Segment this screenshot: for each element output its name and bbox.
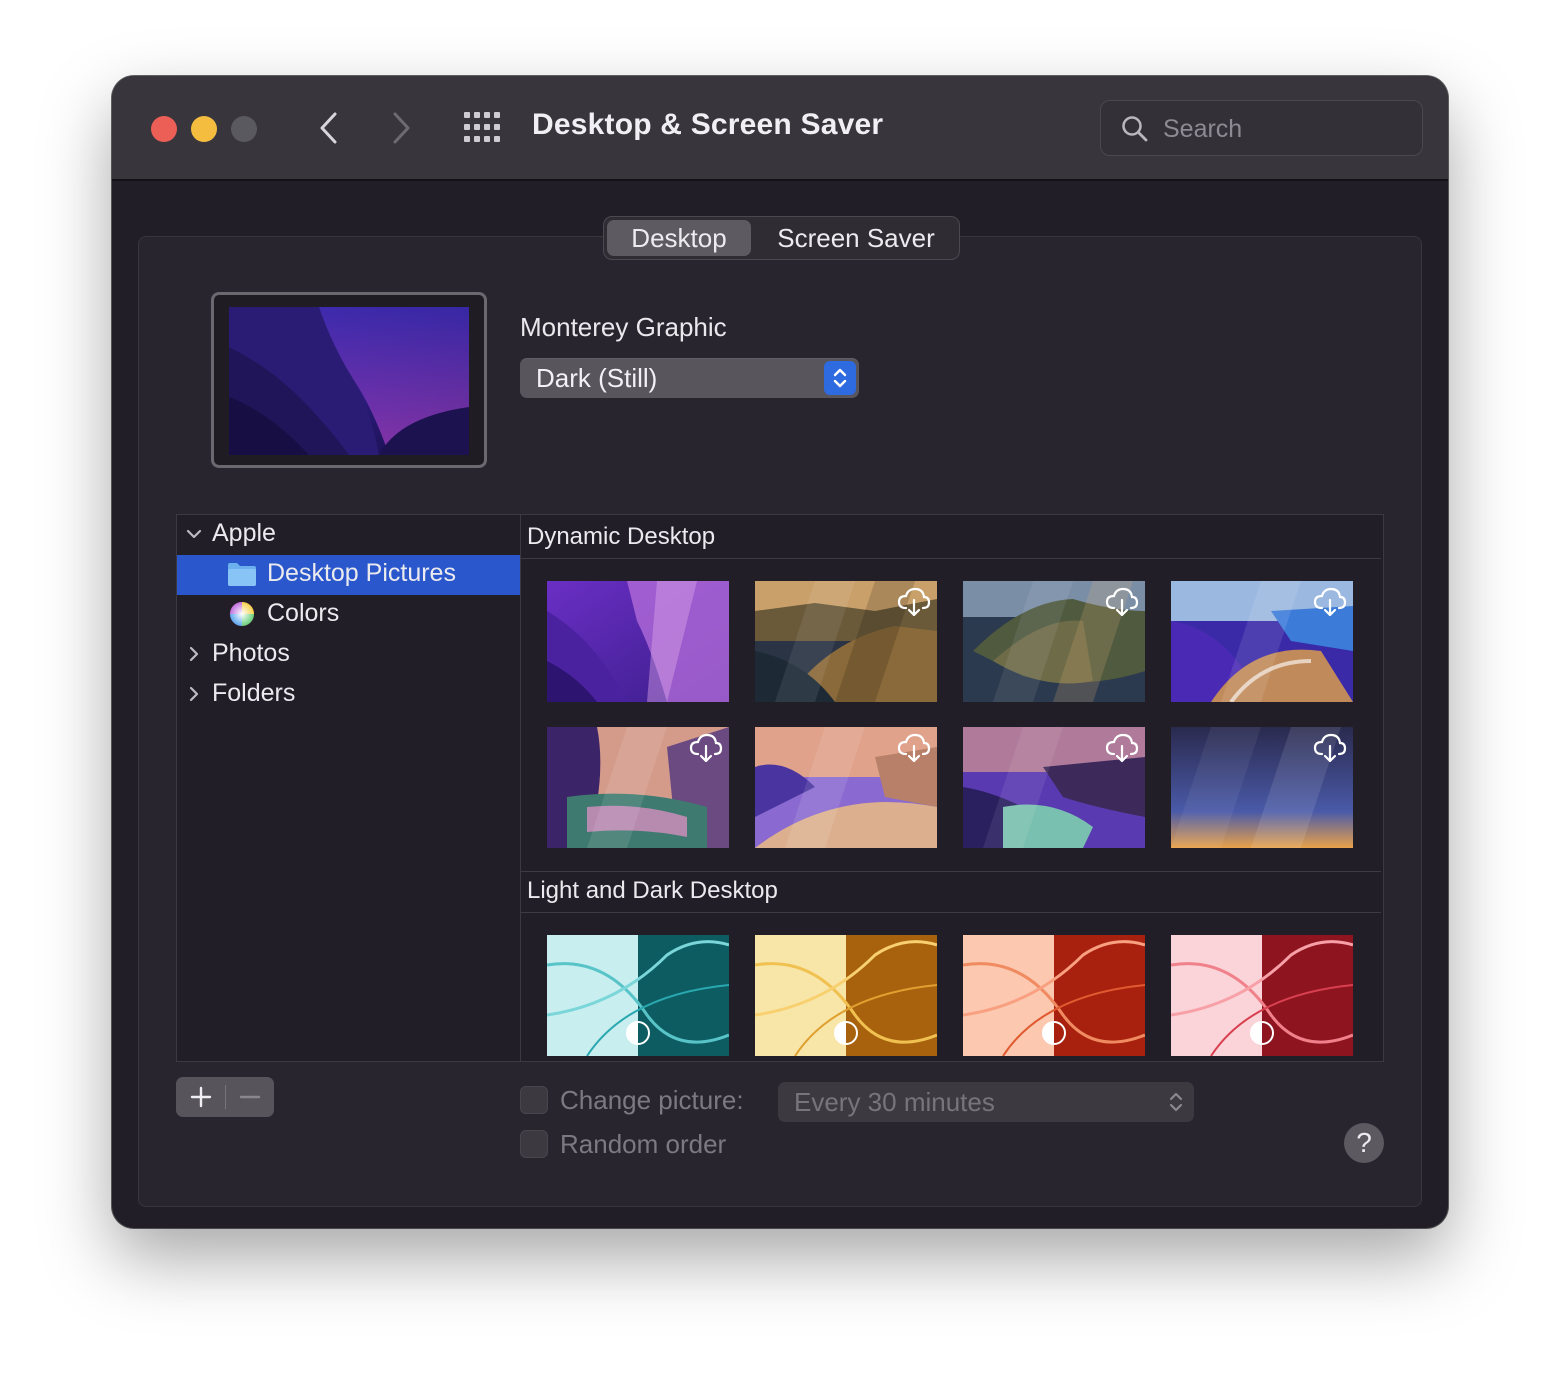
zoom-button[interactable] — [231, 116, 257, 142]
search-icon — [1122, 116, 1148, 142]
interval-value: Every 30 minutes — [794, 1087, 995, 1117]
section-divider — [521, 558, 1381, 559]
random-order-checkbox[interactable] — [520, 1130, 548, 1158]
wallpaper-gallery[interactable]: Dynamic Desktop Light and Dark Desktop — [520, 514, 1384, 1062]
sidebar-item-label: Photos — [212, 639, 290, 667]
plus-icon — [190, 1086, 211, 1108]
color-wheel-icon — [230, 602, 254, 626]
current-wallpaper-preview — [211, 292, 487, 468]
wallpaper-thumb-catalina[interactable] — [963, 581, 1145, 702]
forward-button[interactable] — [382, 106, 422, 150]
tab-desktop[interactable]: Desktop — [607, 220, 751, 256]
wallpaper-thumb-gradient[interactable] — [1171, 727, 1353, 848]
section-divider — [521, 871, 1381, 872]
section-title-light-dark: Light and Dark Desktop — [527, 877, 778, 904]
disclosure-right-icon — [189, 686, 199, 702]
light-dark-icon — [834, 1021, 858, 1045]
system-preferences-window: Desktop & Screen Saver Search Desktop Sc… — [112, 76, 1448, 1228]
disclosure-right-icon — [189, 646, 199, 662]
back-button[interactable] — [308, 106, 348, 150]
cloud-download-icon — [1313, 587, 1347, 617]
preview-image — [229, 307, 469, 455]
sidebar-item-apple[interactable]: Apple — [177, 515, 520, 555]
tab-screen-saver[interactable]: Screen Saver — [754, 220, 958, 256]
wallpaper-thumb-pink[interactable] — [1171, 935, 1353, 1056]
sidebar-item-label: Folders — [212, 679, 296, 707]
change-interval-popup[interactable]: Every 30 minutes — [778, 1082, 1194, 1122]
change-picture-label: Change picture: — [560, 1085, 744, 1115]
section-title-dynamic: Dynamic Desktop — [527, 523, 716, 550]
wallpaper-name: Monterey Graphic — [520, 312, 727, 342]
source-list: Apple Desktop Pictures Colors Photos Fol… — [176, 514, 521, 1062]
cloud-download-icon — [897, 733, 931, 763]
light-dark-icon — [1042, 1021, 1066, 1045]
wallpaper-thumb-valley[interactable] — [547, 727, 729, 848]
toolbar: Desktop & Screen Saver Search — [112, 76, 1448, 181]
add-remove-control — [176, 1077, 274, 1117]
help-button[interactable]: ? — [1344, 1123, 1384, 1163]
wallpaper-thumb-desert[interactable] — [755, 727, 937, 848]
disclosure-down-icon — [186, 529, 202, 539]
close-button[interactable] — [151, 116, 177, 142]
folder-icon — [228, 563, 256, 586]
sidebar-item-desktop-pictures[interactable]: Desktop Pictures — [177, 555, 520, 595]
wallpaper-thumb-orange[interactable] — [963, 935, 1145, 1056]
search-placeholder: Search — [1163, 115, 1243, 143]
tab-control: Desktop Screen Saver — [603, 216, 960, 260]
cloud-download-icon — [1105, 733, 1139, 763]
light-dark-icon — [626, 1021, 650, 1045]
cloud-download-icon — [1313, 733, 1347, 763]
sidebar-item-folders[interactable]: Folders — [177, 675, 520, 715]
sidebar-item-label: Apple — [212, 519, 276, 547]
section-divider — [521, 912, 1381, 913]
sidebar-item-photos[interactable]: Photos — [177, 635, 520, 675]
wallpaper-thumb-big-sur-road[interactable] — [1171, 581, 1353, 702]
wallpaper-thumb-big-sur-coast[interactable] — [755, 581, 937, 702]
appearance-popup[interactable]: Dark (Still) — [520, 358, 859, 398]
remove-folder-button[interactable] — [226, 1077, 274, 1117]
minimize-button[interactable] — [191, 116, 217, 142]
change-picture-checkbox[interactable] — [520, 1086, 548, 1114]
sidebar-item-label: Colors — [267, 599, 340, 627]
window-title: Desktop & Screen Saver — [532, 108, 884, 141]
wallpaper-thumb-beach[interactable] — [963, 727, 1145, 848]
add-folder-button[interactable] — [176, 1077, 225, 1117]
chevron-right-icon — [393, 112, 410, 144]
sidebar-item-label: Desktop Pictures — [267, 559, 456, 587]
light-dark-icon — [1250, 1021, 1274, 1045]
random-order-label: Random order — [560, 1129, 727, 1159]
cloud-download-icon — [1105, 587, 1139, 617]
wallpaper-thumb-yellow[interactable] — [755, 935, 937, 1056]
show-all-grid-icon[interactable] — [462, 110, 504, 146]
cloud-download-icon — [689, 733, 723, 763]
wallpaper-thumb-monterey[interactable] — [547, 581, 729, 702]
updown-chevron-icon — [824, 361, 856, 395]
appearance-value: Dark (Still) — [536, 363, 658, 393]
search-field[interactable]: Search — [1100, 100, 1423, 156]
wallpaper-thumb-teal[interactable] — [547, 935, 729, 1056]
minus-icon — [239, 1095, 261, 1099]
sidebar-item-colors[interactable]: Colors — [177, 595, 520, 635]
cloud-download-icon — [897, 587, 931, 617]
chevron-left-icon — [320, 112, 337, 144]
updown-chevron-icon — [1169, 1092, 1183, 1112]
